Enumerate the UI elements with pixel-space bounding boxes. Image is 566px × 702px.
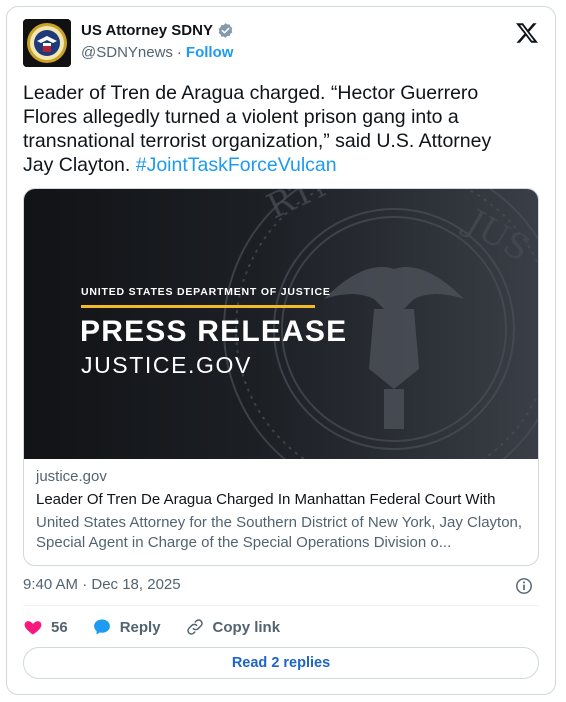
like-button[interactable]: 56 bbox=[23, 617, 68, 637]
link-preview-image: RTM JUS UNITED STATES DEPARTMENT OF JUST… bbox=[24, 189, 538, 459]
press-release-subtitle: JUSTICE.GOV bbox=[81, 352, 252, 378]
info-icon[interactable] bbox=[515, 577, 533, 595]
separator-dot: · bbox=[176, 44, 182, 61]
tweet-text: Leader of Tren de Aragua charged. “Hecto… bbox=[23, 81, 523, 177]
avatar[interactable] bbox=[23, 19, 71, 67]
tweet-card: US Attorney SDNY @SDNYnews · Follow Lead… bbox=[6, 6, 556, 695]
copy-link-button[interactable]: Copy link bbox=[185, 617, 281, 637]
reply-button[interactable]: Reply bbox=[92, 617, 161, 637]
copy-link-label: Copy link bbox=[212, 618, 281, 636]
x-logo-icon[interactable] bbox=[515, 21, 539, 45]
doj-seal-icon bbox=[23, 19, 71, 67]
display-name[interactable]: US Attorney SDNY bbox=[81, 22, 213, 39]
link-description: United States Attorney for the Southern … bbox=[36, 514, 523, 551]
link-icon bbox=[186, 619, 203, 635]
link-title: Leader Of Tren De Aragua Charged In Manh… bbox=[36, 491, 496, 508]
like-count: 56 bbox=[51, 618, 68, 636]
handle[interactable]: @SDNYnews bbox=[81, 44, 173, 61]
read-replies-button[interactable]: Read 2 replies bbox=[23, 647, 539, 679]
press-release-title: PRESS RELEASE bbox=[80, 315, 348, 348]
dept-label: UNITED STATES DEPARTMENT OF JUSTICE bbox=[81, 286, 331, 298]
reply-bubble-icon bbox=[93, 619, 110, 635]
heart-icon bbox=[24, 621, 42, 635]
divider bbox=[23, 605, 539, 606]
accent-bar bbox=[81, 305, 315, 308]
link-domain: justice.gov bbox=[36, 468, 107, 485]
link-preview-card[interactable]: RTM JUS UNITED STATES DEPARTMENT OF JUST… bbox=[23, 188, 539, 566]
hashtag-link[interactable]: #JointTaskForceVulcan bbox=[136, 154, 337, 176]
reply-label: Reply bbox=[119, 618, 161, 636]
follow-button[interactable]: Follow bbox=[186, 44, 234, 61]
svg-text:JUS: JUS bbox=[457, 201, 536, 270]
timestamp[interactable]: 9:40 AM · Dec 18, 2025 bbox=[23, 576, 181, 593]
verified-badge-icon bbox=[218, 23, 233, 38]
